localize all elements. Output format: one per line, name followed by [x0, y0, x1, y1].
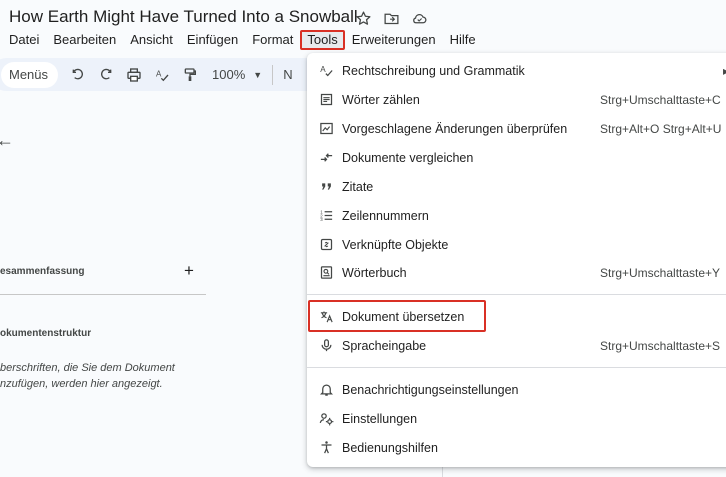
- menu-datei[interactable]: Datei: [2, 30, 46, 50]
- menu-item-preferences[interactable]: Einstellungen: [307, 404, 726, 433]
- tools-menu: A Rechtschreibung und Grammatik ▸ Wörter…: [307, 53, 726, 467]
- toolbar-divider: [272, 64, 274, 85]
- summary-heading: esammenfassung: [0, 266, 85, 277]
- svg-text:A: A: [320, 64, 326, 73]
- menu-item-word-count[interactable]: Wörter zählen Strg+Umschalttaste+C: [307, 85, 726, 114]
- menu-item-review-edits[interactable]: Vorgeschlagene Änderungen überprüfen Str…: [307, 114, 726, 143]
- print-icon[interactable]: [120, 62, 148, 88]
- document-title[interactable]: How Earth Might Have Turned Into a Snowb…: [9, 7, 358, 27]
- toolbar-truncated-control[interactable]: N: [283, 67, 292, 82]
- translate-highlight: [308, 300, 486, 332]
- menu-item-label: Spracheingabe: [342, 338, 427, 353]
- menu-item-label: Bedienungshilfen: [342, 440, 438, 455]
- menu-item-label: Dokumente vergleichen: [342, 150, 474, 165]
- menu-item-line-numbers[interactable]: 123 Zeilennummern: [307, 201, 726, 230]
- settings-icon: [318, 410, 334, 426]
- divider: [0, 294, 206, 295]
- menu-item-voice-typing[interactable]: Spracheingabe Strg+Umschalttaste+S: [307, 331, 726, 360]
- accessibility-icon: [318, 439, 334, 455]
- quote-icon: [318, 178, 334, 194]
- menu-item-label: Vorgeschlagene Änderungen überprüfen: [342, 121, 568, 136]
- outline-hint-line: nzufügen, werden hier angezeigt.: [0, 378, 163, 390]
- search-menus-button[interactable]: Menüs: [1, 61, 59, 88]
- outline-hint: berschriften, die Sie dem Dokument nzufü…: [0, 360, 175, 392]
- linked-objects-icon: [318, 236, 334, 252]
- redo-icon[interactable]: [92, 62, 120, 88]
- menu-item-notifications[interactable]: Benachrichtigungseinstellungen: [307, 375, 726, 404]
- star-icon[interactable]: [352, 8, 374, 28]
- word-count-icon: [318, 91, 334, 107]
- menu-bearbeiten[interactable]: Bearbeiten: [46, 30, 123, 50]
- menu-item-label: Wörter zählen: [342, 92, 420, 107]
- line-numbers-icon: 123: [318, 207, 334, 223]
- svg-text:A: A: [156, 69, 162, 78]
- close-outline-icon[interactable]: ←: [0, 130, 14, 151]
- menu-ansicht[interactable]: Ansicht: [123, 30, 180, 50]
- zoom-select[interactable]: 100% ▼: [212, 67, 262, 82]
- outline-panel: ← esammenfassung + okumentenstruktur ber…: [0, 92, 240, 477]
- cloud-saved-icon[interactable]: [408, 8, 430, 28]
- outline-hint-line: berschriften, die Sie dem Dokument: [0, 362, 175, 374]
- menu-bar: Datei Bearbeiten Ansicht Einfügen Format…: [2, 30, 483, 50]
- spellcheck-icon: A: [318, 62, 334, 78]
- menu-item-shortcut: Strg+Umschalttaste+C: [600, 92, 721, 107]
- menu-einfuegen[interactable]: Einfügen: [180, 30, 245, 50]
- spellcheck-toolbar-icon[interactable]: A: [148, 62, 176, 88]
- menu-item-linked-objects[interactable]: Verknüpfte Objekte: [307, 230, 726, 259]
- menu-item-shortcut: Strg+Alt+O Strg+Alt+U: [600, 121, 722, 136]
- chevron-down-icon: ▼: [253, 69, 263, 80]
- menu-item-spelling[interactable]: A Rechtschreibung und Grammatik ▸: [307, 56, 726, 85]
- bell-icon: [318, 381, 334, 397]
- menu-item-dictionary[interactable]: Wörterbuch Strg+Umschalttaste+Y: [307, 258, 726, 287]
- menu-item-accessibility[interactable]: Bedienungshilfen: [307, 433, 726, 462]
- move-to-folder-icon[interactable]: [380, 8, 402, 28]
- paint-format-icon[interactable]: [176, 62, 204, 88]
- menu-divider: [307, 294, 726, 295]
- add-summary-button[interactable]: +: [184, 262, 194, 280]
- undo-icon[interactable]: [64, 62, 92, 88]
- menu-item-label: Zitate: [342, 179, 374, 194]
- review-edits-icon: [318, 120, 334, 136]
- menu-item-label: Wörterbuch: [342, 265, 407, 280]
- menu-tools[interactable]: Tools: [300, 30, 345, 50]
- menu-item-shortcut: Strg+Umschalttaste+Y: [600, 265, 721, 280]
- menu-item-label: Rechtschreibung und Grammatik: [342, 63, 525, 78]
- zoom-value: 100%: [212, 67, 246, 82]
- menu-item-label: Verknüpfte Objekte: [342, 237, 449, 252]
- compare-icon: [318, 149, 334, 165]
- menu-divider: [307, 367, 726, 368]
- menu-item-label: Zeilennummern: [342, 208, 429, 223]
- menu-item-shortcut: Strg+Umschalttaste+S: [600, 338, 721, 353]
- microphone-icon: [318, 337, 334, 353]
- svg-text:3: 3: [320, 217, 323, 222]
- outline-heading: okumentenstruktur: [0, 328, 92, 339]
- menu-item-compare[interactable]: Dokumente vergleichen: [307, 143, 726, 172]
- dictionary-icon: [318, 264, 334, 280]
- menu-item-citations[interactable]: Zitate: [307, 172, 726, 201]
- menu-hilfe[interactable]: Hilfe: [443, 30, 483, 50]
- title-icons: [352, 8, 430, 28]
- menu-erweiterungen[interactable]: Erweiterungen: [345, 30, 443, 50]
- menu-format[interactable]: Format: [245, 30, 300, 50]
- menu-item-label: Benachrichtigungseinstellungen: [342, 382, 519, 397]
- menu-item-label: Einstellungen: [342, 411, 418, 426]
